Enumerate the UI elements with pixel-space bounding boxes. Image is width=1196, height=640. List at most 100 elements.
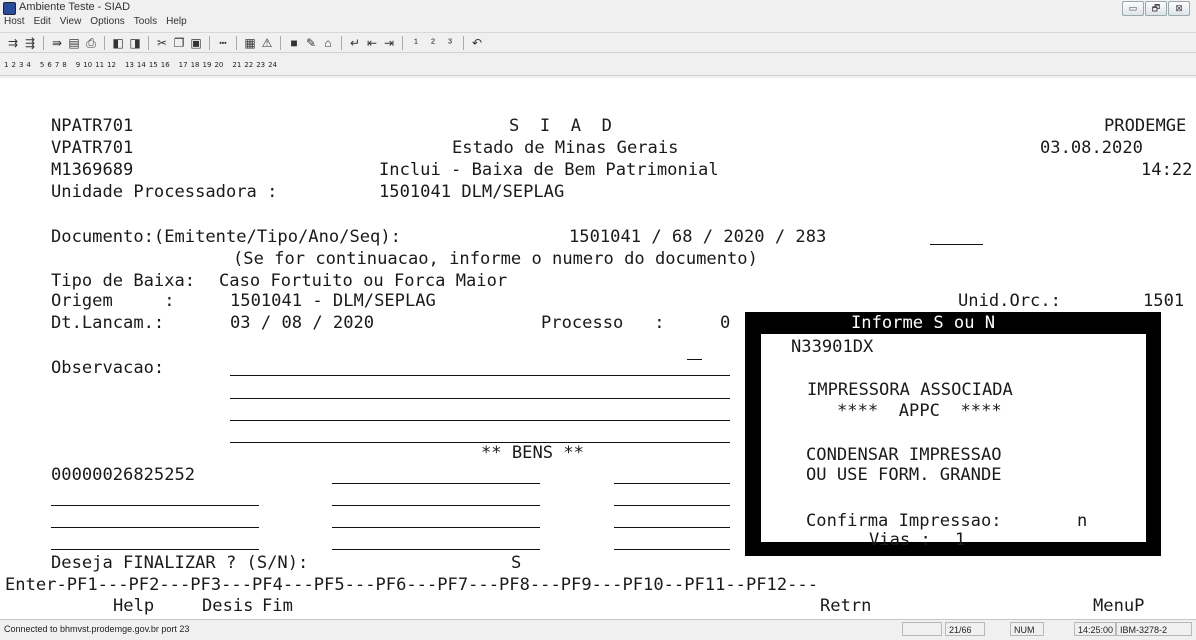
pf20-key[interactable]: 20: [214, 61, 223, 69]
pf16-key[interactable]: 16: [161, 61, 170, 69]
pf12-key[interactable]: 12: [107, 61, 116, 69]
menu-tools[interactable]: Tools: [134, 16, 157, 30]
restore-button[interactable]: 🗗: [1145, 1, 1167, 16]
vias-field[interactable]: 1: [955, 530, 965, 550]
finalizar-field[interactable]: S: [511, 553, 521, 573]
cut-icon[interactable]: ✂: [155, 36, 169, 50]
menu-view[interactable]: View: [60, 16, 82, 30]
home-icon[interactable]: ⌂: [321, 36, 335, 50]
pf9-key[interactable]: 9: [76, 61, 80, 69]
toolbar-separator: [43, 35, 44, 50]
observacao-line-4[interactable]: [230, 442, 730, 443]
pf23-key[interactable]: 23: [256, 61, 265, 69]
pf7-key[interactable]: 7: [55, 61, 59, 69]
bem-field[interactable]: [614, 505, 730, 506]
menu-edit[interactable]: Edit: [34, 16, 51, 30]
print-icon[interactable]: ⎙: [84, 36, 98, 50]
pf3-fim[interactable]: Fim: [262, 596, 293, 616]
send-icon[interactable]: ⇛: [50, 36, 64, 50]
disconnect-icon[interactable]: ⇶: [23, 36, 37, 50]
pf17-key[interactable]: 17: [179, 61, 188, 69]
current-date: 03.08.2020: [1040, 138, 1143, 158]
pf-keys-line: Enter-PF1---PF2---PF3---PF4---PF5---PF6-…: [5, 575, 819, 595]
bens-header: ** BENS **: [481, 443, 584, 463]
unidade-value: 1501041 DLM/SEPLAG: [379, 182, 565, 202]
user-id: M1369689: [51, 160, 134, 180]
pf1-key[interactable]: 1: [4, 61, 8, 69]
pa3-icon[interactable]: ³: [443, 36, 457, 50]
bem-field[interactable]: [332, 505, 540, 506]
bem-field[interactable]: [614, 549, 730, 550]
pf9-retrn[interactable]: Retrn: [820, 596, 871, 616]
pf14-key[interactable]: 14: [137, 61, 146, 69]
paste-screen-icon[interactable]: ◨: [128, 36, 142, 50]
confirma-field[interactable]: n: [1077, 511, 1087, 531]
pf3-key[interactable]: 3: [19, 61, 23, 69]
bem-field[interactable]: [332, 527, 540, 528]
pf1-help[interactable]: Help: [113, 596, 154, 616]
bem-item-1[interactable]: 00000026825252: [51, 465, 195, 485]
observacao-line-1[interactable]: [230, 375, 730, 376]
condensar-text: CONDENSAR IMPRESSAO: [806, 445, 1002, 465]
print-dialog-title: Informe S ou N: [851, 313, 996, 333]
pf6-key[interactable]: 6: [47, 61, 51, 69]
bem-field[interactable]: [332, 549, 540, 550]
menu-options[interactable]: Options: [90, 16, 124, 30]
bem-field[interactable]: [51, 505, 259, 506]
pf2-key[interactable]: 2: [11, 61, 15, 69]
current-time: 14:22: [1141, 160, 1193, 180]
processo-value[interactable]: 0: [720, 313, 730, 333]
terminal-screen[interactable]: NPATR701 S I A D PRODEMGE VPATR701 Estad…: [0, 78, 1196, 619]
receive-icon[interactable]: ▤: [67, 36, 81, 50]
processo-underline: [687, 359, 702, 360]
menu-help[interactable]: Help: [166, 16, 187, 30]
pf18-key[interactable]: 18: [191, 61, 200, 69]
paste-icon[interactable]: ▣: [189, 36, 203, 50]
pf2-desis[interactable]: Desis: [202, 596, 253, 616]
pf15-key[interactable]: 15: [149, 61, 158, 69]
pf11-key[interactable]: 11: [95, 61, 104, 69]
newline-icon[interactable]: ↵: [348, 36, 362, 50]
documento-field[interactable]: 1501041 / 68 / 2020 / 283: [569, 227, 826, 247]
observacao-label: Observacao:: [51, 358, 165, 378]
minimize-button[interactable]: ▭: [1122, 1, 1144, 16]
pf21-key[interactable]: 21: [232, 61, 241, 69]
undo-icon[interactable]: ↶: [470, 36, 484, 50]
tab-icon[interactable]: ⇥: [382, 36, 396, 50]
screen-icon[interactable]: ■: [287, 36, 301, 50]
system-name: S I A D: [509, 116, 612, 136]
chart-icon[interactable]: ▦: [243, 36, 257, 50]
warning-icon[interactable]: ⚠: [260, 36, 274, 50]
pf8-key[interactable]: 8: [62, 61, 66, 69]
pf12-menup[interactable]: MenuP: [1093, 596, 1144, 616]
pf19-key[interactable]: 19: [203, 61, 212, 69]
pa1-icon[interactable]: ¹: [409, 36, 423, 50]
close-button[interactable]: ⊠: [1168, 1, 1190, 16]
connect-icon[interactable]: ⇉: [6, 36, 20, 50]
pf10-key[interactable]: 10: [83, 61, 92, 69]
documento-seq-underline: [930, 244, 983, 245]
copy-icon[interactable]: ❐: [172, 36, 186, 50]
toolbar-separator: [104, 35, 105, 50]
documento-label: Documento:(Emitente/Tipo/Ano/Seq):: [51, 227, 401, 247]
pf13-key[interactable]: 13: [125, 61, 134, 69]
pf24-key[interactable]: 24: [268, 61, 277, 69]
backtab-icon[interactable]: ⇤: [365, 36, 379, 50]
observacao-line-2[interactable]: [230, 398, 730, 399]
pf5-key[interactable]: 5: [40, 61, 44, 69]
macro-icon[interactable]: ✎: [304, 36, 318, 50]
menu-host[interactable]: Host: [4, 16, 25, 30]
pa2-icon[interactable]: ²: [426, 36, 440, 50]
bem-field[interactable]: [51, 527, 259, 528]
company-name: PRODEMGE: [1104, 116, 1187, 136]
bem-field[interactable]: [614, 483, 730, 484]
bem-field[interactable]: [51, 549, 259, 550]
copy-screen-icon[interactable]: ◧: [111, 36, 125, 50]
pf4-key[interactable]: 4: [26, 61, 30, 69]
keypad-icon[interactable]: ┅: [216, 36, 230, 50]
bem-field[interactable]: [332, 483, 540, 484]
pf22-key[interactable]: 22: [244, 61, 253, 69]
toolbar-separator: [209, 35, 210, 50]
bem-field[interactable]: [614, 527, 730, 528]
observacao-line-3[interactable]: [230, 420, 730, 421]
